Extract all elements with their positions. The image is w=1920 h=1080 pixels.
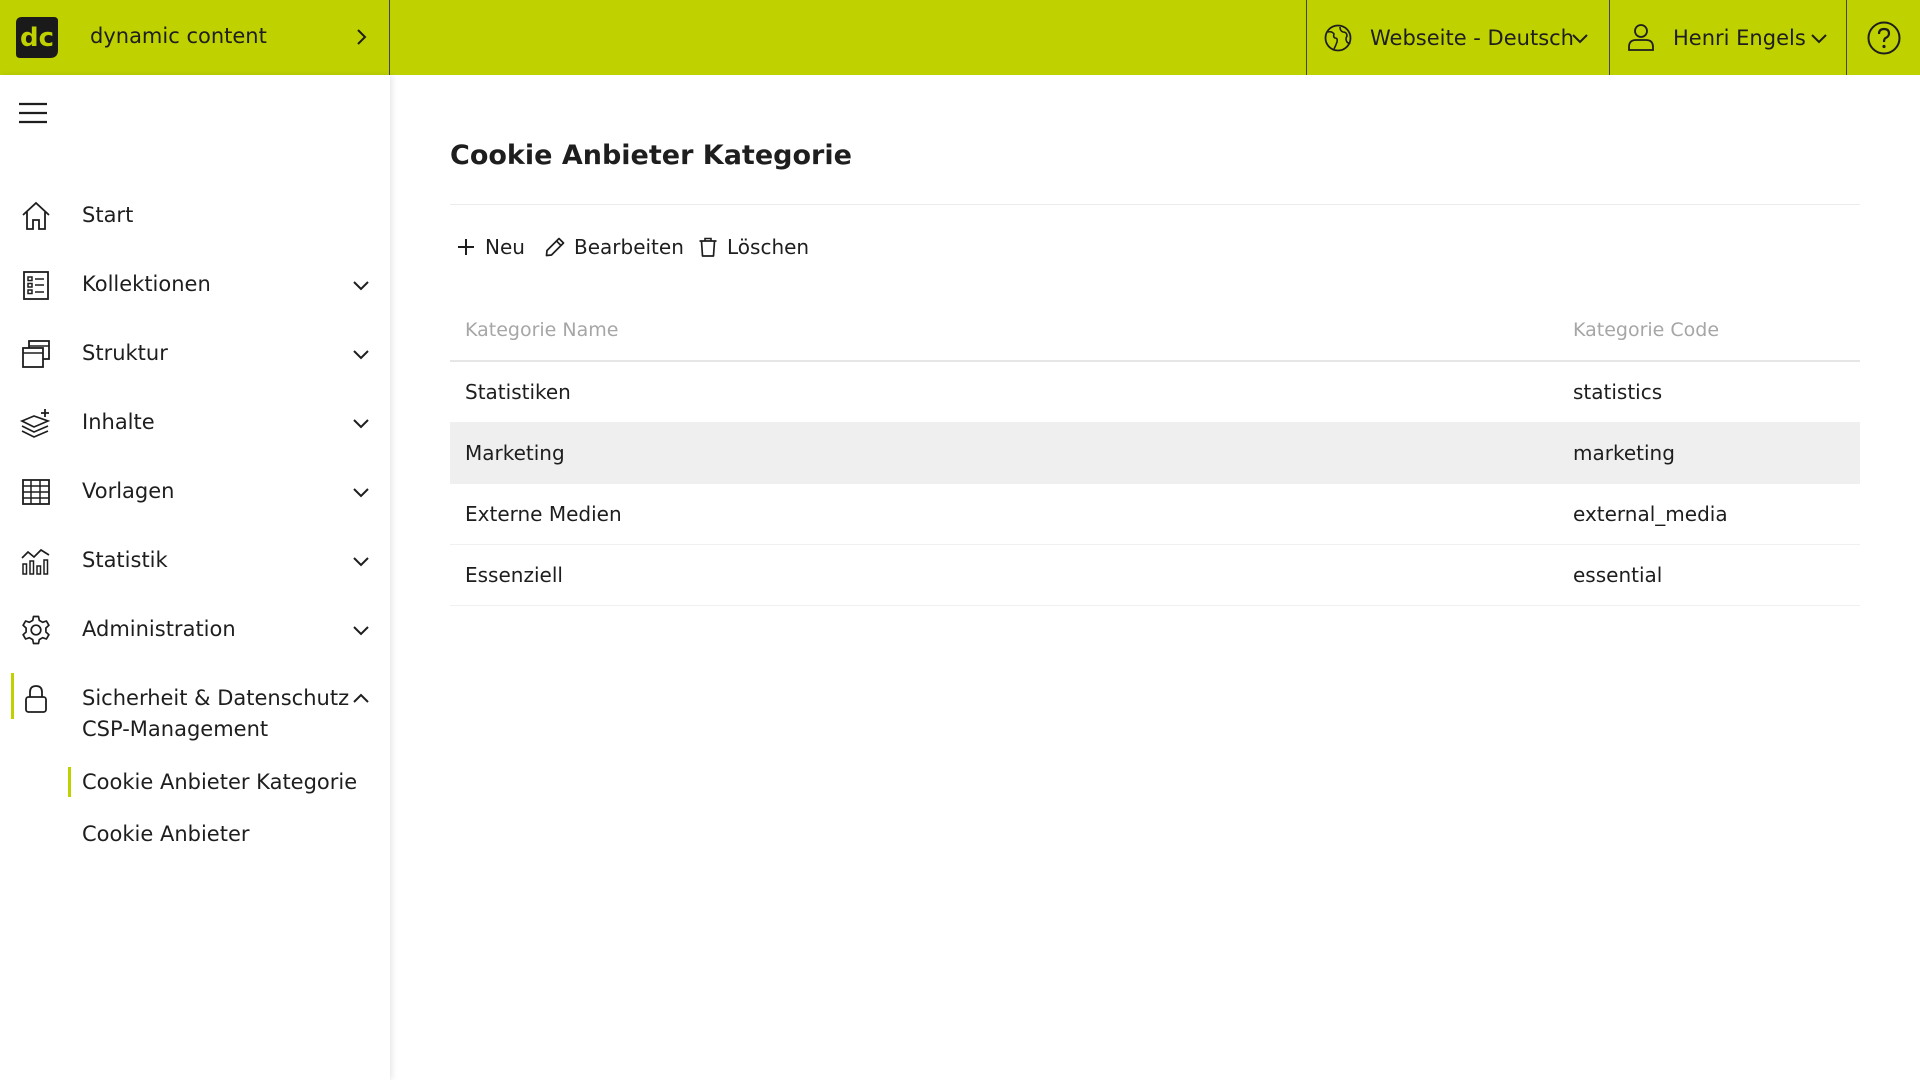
pencil-icon <box>545 237 565 257</box>
chevron-right-icon <box>357 29 367 45</box>
app-name: dynamic content <box>90 24 267 48</box>
svg-text:dc: dc <box>20 23 54 53</box>
page-title: Cookie Anbieter Kategorie <box>450 140 852 171</box>
column-header-code[interactable]: Kategorie Code <box>1573 319 1719 341</box>
table-row[interactable]: Essenziell essential <box>450 545 1860 606</box>
sidebar-item-vorlagen[interactable]: Vorlagen <box>0 462 390 522</box>
template-grid-icon <box>22 479 50 505</box>
cell-category-name: Statistiken <box>465 380 571 404</box>
sidebar-item-kollektionen[interactable]: Kollektionen <box>0 255 390 315</box>
hamburger-menu-icon[interactable] <box>18 101 48 125</box>
table-row[interactable]: Statistiken statistics <box>450 362 1860 423</box>
cell-category-name: Externe Medien <box>465 502 622 526</box>
home-icon <box>22 201 50 230</box>
user-menu[interactable]: Henri Engels <box>1609 0 1846 75</box>
globe-icon <box>1324 24 1352 52</box>
chevron-down-icon <box>1572 34 1588 44</box>
sidebar-item-label: Administration <box>82 617 236 641</box>
chevron-down-icon <box>1811 34 1827 44</box>
sidebar: Start Kollektionen Struktur Inhalte Vorl… <box>0 75 390 1080</box>
plus-icon <box>458 239 474 255</box>
chevron-down-icon <box>353 419 369 429</box>
chevron-down-icon <box>353 557 369 567</box>
table-row[interactable]: Externe Medien external_media <box>450 484 1860 545</box>
website-selector-label: Webseite - Deutsch <box>1370 26 1574 50</box>
collection-list-icon <box>23 271 49 300</box>
user-icon <box>1628 24 1654 51</box>
sidebar-item-label: Vorlagen <box>82 479 175 503</box>
chevron-down-icon <box>353 281 369 291</box>
sidebar-subitem-label: CSP-Management <box>82 717 269 741</box>
website-selector[interactable]: Webseite - Deutsch <box>1306 0 1609 75</box>
structure-windows-icon <box>22 340 50 368</box>
statistics-chart-icon <box>21 548 50 575</box>
help-icon <box>1867 21 1901 55</box>
top-bar: dc dynamic content Webseite - Deutsch He… <box>0 0 1920 75</box>
sidebar-item-label: Inhalte <box>82 410 155 434</box>
sidebar-subitem-cookie-anbieter-kategorie[interactable]: Cookie Anbieter Kategorie <box>68 765 358 799</box>
chevron-down-icon <box>353 350 369 360</box>
edit-button-label: Bearbeiten <box>574 235 684 259</box>
chevron-up-icon <box>353 693 369 703</box>
sidebar-subitem-cookie-anbieter[interactable]: Cookie Anbieter <box>82 817 250 851</box>
chevron-down-icon <box>353 488 369 498</box>
user-name: Henri Engels <box>1673 26 1806 50</box>
cell-category-name: Essenziell <box>465 563 563 587</box>
gear-icon <box>22 615 50 645</box>
table-header: Kategorie Name Kategorie Code <box>450 305 1860 362</box>
edit-button[interactable]: Bearbeiten <box>544 232 684 262</box>
cell-category-code: statistics <box>1573 380 1663 404</box>
dc-logo-icon: dc <box>16 17 58 58</box>
chevron-down-icon <box>353 626 369 636</box>
cell-category-name: Marketing <box>465 441 565 465</box>
sidebar-subitem-label: Cookie Anbieter <box>82 822 250 846</box>
sidebar-item-label: Struktur <box>82 341 168 365</box>
help-button[interactable] <box>1846 0 1920 75</box>
sidebar-item-administration[interactable]: Administration <box>0 600 390 660</box>
sidebar-item-start[interactable]: Start <box>0 186 390 246</box>
sidebar-item-inhalte[interactable]: Inhalte <box>0 393 390 453</box>
lock-icon <box>25 685 47 713</box>
column-header-name[interactable]: Kategorie Name <box>465 319 618 341</box>
new-button-label: Neu <box>485 235 525 259</box>
delete-button-label: Löschen <box>727 235 810 259</box>
table-row[interactable]: Marketing marketing <box>450 423 1860 484</box>
trash-icon <box>699 237 717 257</box>
sidebar-item-label: Statistik <box>82 548 168 572</box>
category-table: Kategorie Name Kategorie Code Statistike… <box>450 305 1860 606</box>
sidebar-item-label: Sicherheit & Datenschutz <box>82 686 350 710</box>
sidebar-item-label: Kollektionen <box>82 272 211 296</box>
sidebar-item-struktur[interactable]: Struktur <box>0 324 390 384</box>
cell-category-code: essential <box>1573 563 1663 587</box>
active-indicator <box>68 767 71 797</box>
content-layers-icon <box>20 409 51 438</box>
cell-category-code: marketing <box>1573 441 1675 465</box>
app-switcher[interactable]: dc dynamic content <box>0 0 390 75</box>
sidebar-subitem-label: Cookie Anbieter Kategorie <box>82 770 358 794</box>
active-indicator <box>11 673 14 719</box>
delete-button[interactable]: Löschen <box>697 232 809 262</box>
new-button[interactable]: Neu <box>455 232 525 262</box>
sidebar-item-label: Start <box>82 203 134 227</box>
cell-category-code: external_media <box>1573 502 1728 526</box>
sidebar-subitem-csp-management[interactable]: CSP-Management <box>82 712 268 746</box>
divider <box>450 204 1860 205</box>
sidebar-item-statistik[interactable]: Statistik <box>0 531 390 591</box>
